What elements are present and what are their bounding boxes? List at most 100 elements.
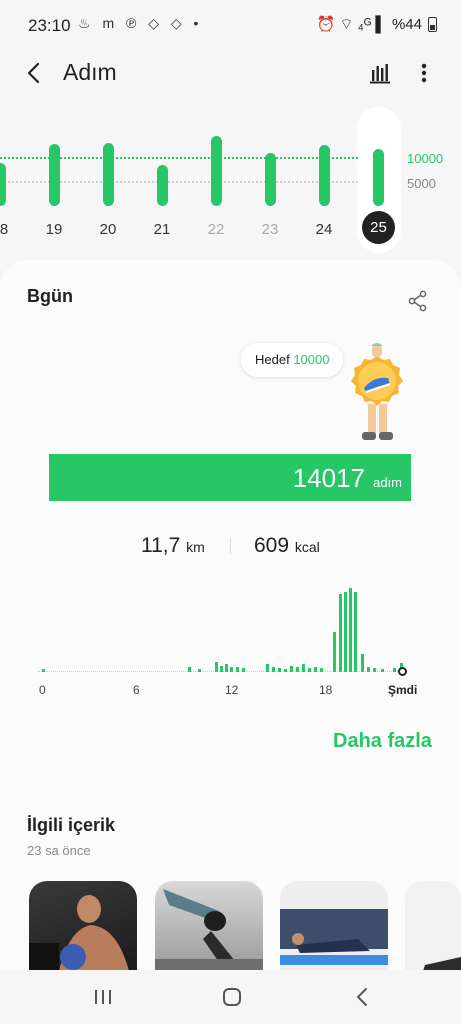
mascot-illustration [342, 340, 412, 452]
back-icon [356, 988, 367, 1006]
calories-value: 609 [254, 534, 290, 557]
hour-bar [230, 667, 233, 672]
distance-value: 11,7 [141, 534, 181, 557]
stretch-workout-image [155, 889, 263, 971]
status-bar: 23:10 ♨ m ℗ ◇ ◇ • ⏰ ⌔ ₄ᴳ ▌ %44 [0, 0, 461, 50]
related-card-kettlebell[interactable] [29, 881, 137, 971]
related-card-plank[interactable] [280, 881, 388, 971]
week-bar[interactable] [48, 143, 60, 206]
day-label[interactable]: 23 [250, 221, 290, 238]
hour-bar [220, 666, 223, 672]
bar-chart-icon [370, 64, 390, 84]
hour-bar [367, 667, 370, 672]
hour-bar [236, 667, 239, 672]
related-title: İlgili içerik [27, 815, 116, 835]
related-card-partial[interactable] [405, 881, 461, 971]
hour-label: 18 [319, 683, 333, 697]
hour-bar [302, 664, 305, 672]
hour-bar [373, 668, 376, 672]
goal-value: 10000 [293, 352, 330, 367]
hour-bar [284, 669, 287, 672]
hour-bar [361, 654, 364, 672]
plank-workout-image [280, 909, 388, 965]
app-bar: Adım [0, 50, 461, 96]
hour-label: 12 [225, 683, 239, 697]
more-button[interactable]: Daha fazla [333, 730, 432, 753]
status-right: ⏰ ⌔ ₄ᴳ ▌ %44 [316, 15, 437, 34]
hour-bar [339, 594, 342, 672]
hour-bar [349, 588, 352, 672]
hour-bar [290, 666, 293, 672]
medal-mascot-icon [351, 343, 403, 440]
home-button[interactable] [219, 985, 245, 1009]
day-label[interactable]: 21 [142, 221, 182, 238]
hour-label: 6 [133, 683, 140, 697]
steps-unit: adım [373, 475, 402, 490]
week-bar[interactable] [0, 162, 6, 206]
trends-button[interactable] [368, 60, 394, 86]
week-bar[interactable] [372, 149, 384, 206]
now-marker [398, 667, 407, 676]
battery-icon [428, 17, 437, 32]
hour-bar [198, 669, 201, 672]
kettlebell-workout-image [29, 895, 129, 971]
related-card-stretch[interactable] [155, 881, 263, 971]
share-button[interactable] [406, 289, 430, 313]
distance-unit: km [186, 539, 205, 555]
page-title: Adım [63, 59, 117, 85]
today-title: Bgün [27, 286, 73, 306]
hour-bar [42, 669, 45, 672]
day-label[interactable]: 20 [88, 221, 128, 238]
hour-bar [278, 668, 281, 672]
hour-bar [272, 667, 275, 672]
hour-bar [308, 668, 311, 672]
battery-percent: %44 [391, 16, 422, 33]
workout-partial-image [423, 957, 461, 971]
hour-bar [225, 664, 228, 672]
hour-bar [215, 662, 218, 672]
status-time: 23:10 [28, 16, 71, 35]
system-nav-bar [0, 970, 461, 1024]
half-goal-axis-label: 5000 [407, 176, 436, 191]
week-bar[interactable] [264, 153, 276, 206]
week-bar[interactable] [210, 136, 222, 206]
steps-count: 14017 [292, 463, 365, 493]
goal-prefix: Hedef [255, 352, 290, 367]
hour-bar [333, 632, 336, 672]
home-icon [223, 988, 241, 1006]
selected-day[interactable]: 25 [362, 211, 395, 244]
calories-stat: 609 kcal [254, 534, 320, 558]
distance-stat: 11,7 km [141, 534, 205, 558]
day-label[interactable]: 24 [304, 221, 344, 238]
alarm-wifi-signal-icons: ⏰ ⌔ ₄ᴳ ▌ [316, 16, 386, 33]
week-bar[interactable] [318, 144, 330, 206]
more-options-button[interactable] [414, 60, 434, 86]
goal-axis-label: 10000 [407, 151, 444, 166]
day-label[interactable]: 22 [196, 221, 236, 238]
hour-bar [242, 668, 245, 672]
calories-unit: kcal [294, 539, 320, 555]
recents-button[interactable] [90, 985, 116, 1009]
day-label[interactable]: 19 [34, 221, 74, 238]
stats-row: 11,7 km 609 kcal [0, 532, 461, 562]
notification-icons: ♨ m ℗ ◇ ◇ • [78, 15, 203, 31]
share-icon [408, 290, 427, 312]
week-bar[interactable] [102, 142, 114, 206]
related-subtitle: 23 sa önce [27, 843, 91, 858]
hour-bar [266, 664, 269, 672]
day-label[interactable]: 8 [0, 221, 24, 238]
back-nav-button[interactable] [350, 985, 376, 1009]
hour-bar [393, 668, 396, 672]
hour-label: 0 [39, 683, 46, 697]
hour-bar [320, 668, 323, 672]
hour-bar [381, 669, 384, 672]
more-vertical-icon [421, 63, 427, 83]
hour-bar [188, 667, 191, 672]
hour-bar [296, 667, 299, 672]
hour-label-now: Şmdi [388, 683, 418, 697]
steps-progress-bar: 14017 adım [49, 454, 411, 501]
recents-icon [95, 990, 111, 1004]
back-button[interactable] [22, 60, 48, 86]
hour-bar [354, 592, 357, 672]
week-bar[interactable] [156, 165, 168, 206]
